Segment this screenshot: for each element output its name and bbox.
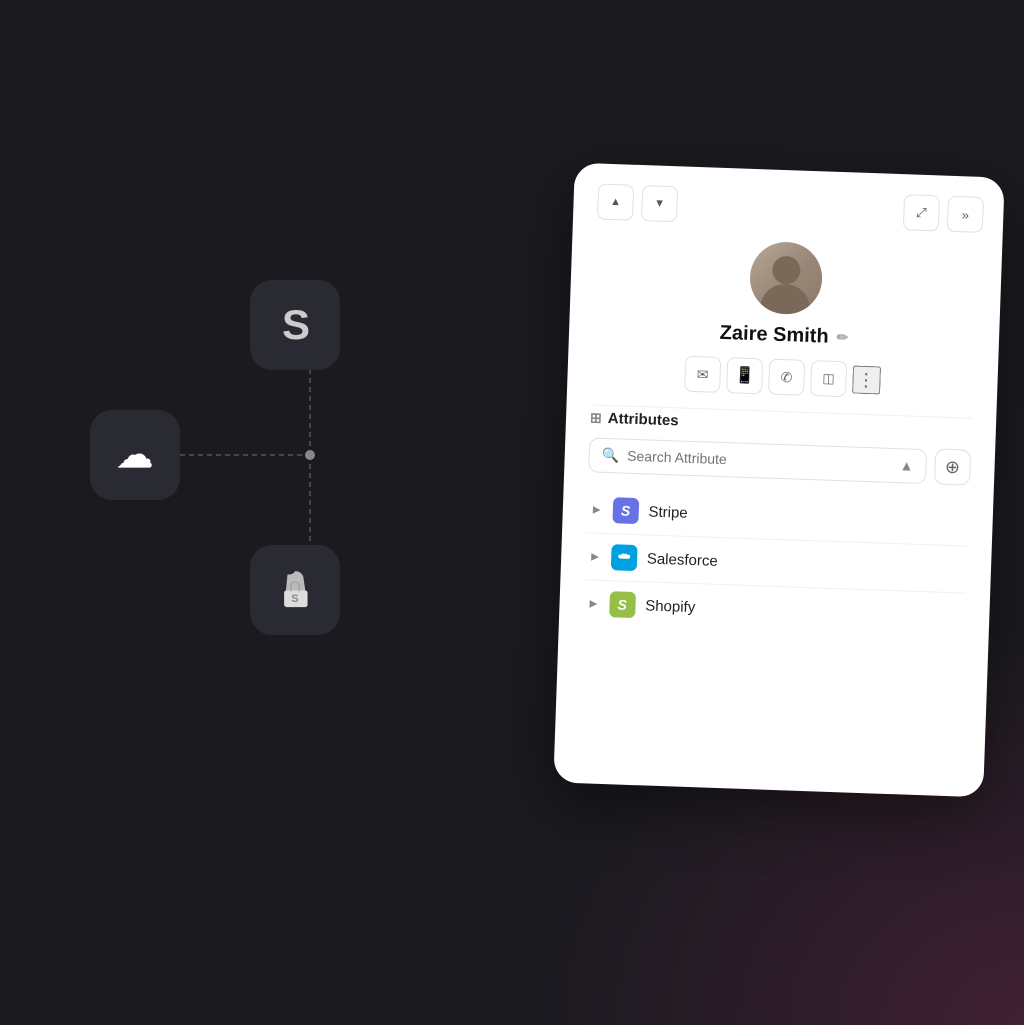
stripe-badge: S [612,497,639,524]
attributes-icon: ⊞ [590,409,602,426]
email-button[interactable]: ✉ [684,356,721,393]
profile-name-row: Zaire Smith ✏ [719,322,848,349]
more-icon: ⋮ [857,369,877,391]
shopify-badge: S [609,591,636,618]
shopify-chevron-icon: ▶ [589,598,597,609]
forward-button[interactable]: » [947,196,984,233]
add-icon: ⊕ [945,456,961,478]
svg-text:S: S [291,593,298,605]
chevron-up-icon: ▲ [610,196,621,207]
search-row: 🔍 ▲ ⊕ [588,436,971,485]
email-icon: ✉ [696,366,708,383]
shopify-name: Shopify [645,597,696,616]
attributes-section: ⊞ Attributes 🔍 ▲ ⊕ ▶ [578,409,972,772]
chevron-down-icon: ▼ [654,198,665,209]
action-icons-row: ✉ 📱 ✆ ◫ ⋮ [684,356,881,399]
salesforce-chevron-icon: ▶ [591,551,599,562]
shopify-icon[interactable]: S [250,545,340,635]
attributes-header: ⊞ Attributes [590,409,972,439]
integrations-list: ▶ S Stripe ▶ Salesforce [583,486,970,639]
avatar-image [749,241,823,315]
avatar [749,241,823,315]
search-input[interactable] [627,448,892,473]
card-top-actions: ⤢ » [903,194,984,233]
stripe-chevron-icon: ▶ [593,504,601,515]
note-button[interactable]: ◫ [810,360,847,397]
forward-icon: » [962,207,970,222]
expand-button[interactable]: ⤢ [903,194,940,231]
integrations-area: ☁ S S [60,280,440,680]
salesforce-badge [610,544,637,571]
add-attribute-button[interactable]: ⊕ [934,448,971,485]
mobile-button[interactable]: 📱 [726,357,763,394]
edit-icon[interactable]: ✏ [836,329,848,346]
profile-card: ▲ ▼ ⤢ » Zaire Smith ✏ [553,163,1004,798]
salesforce-cloud-icon [616,549,633,566]
squarespace-icon[interactable]: S [250,280,340,370]
mobile-icon: 📱 [734,365,755,386]
salesforce-icon[interactable]: ☁ [90,410,180,500]
search-box[interactable]: 🔍 ▲ [588,437,927,484]
collapse-icon[interactable]: ▲ [899,457,913,473]
note-icon: ◫ [822,370,835,386]
attributes-title: Attributes [607,410,678,429]
expand-icon: ⤢ [916,205,927,221]
profile-section: Zaire Smith ✏ ✉ 📱 ✆ ◫ ⋮ [591,235,978,401]
more-options-button[interactable]: ⋮ [852,366,881,395]
shopify-bag-icon: S [272,567,318,613]
stripe-name: Stripe [648,503,688,521]
nav-down-button[interactable]: ▼ [641,185,678,222]
nav-up-button[interactable]: ▲ [597,184,634,221]
stripe-badge-text: S [621,503,631,519]
search-icon: 🔍 [601,446,619,464]
phone-button[interactable]: ✆ [768,359,805,396]
phone-icon: ✆ [780,369,792,386]
salesforce-name: Salesforce [647,550,718,569]
shopify-badge-text: S [617,596,627,612]
profile-name-text: Zaire Smith [719,322,829,349]
